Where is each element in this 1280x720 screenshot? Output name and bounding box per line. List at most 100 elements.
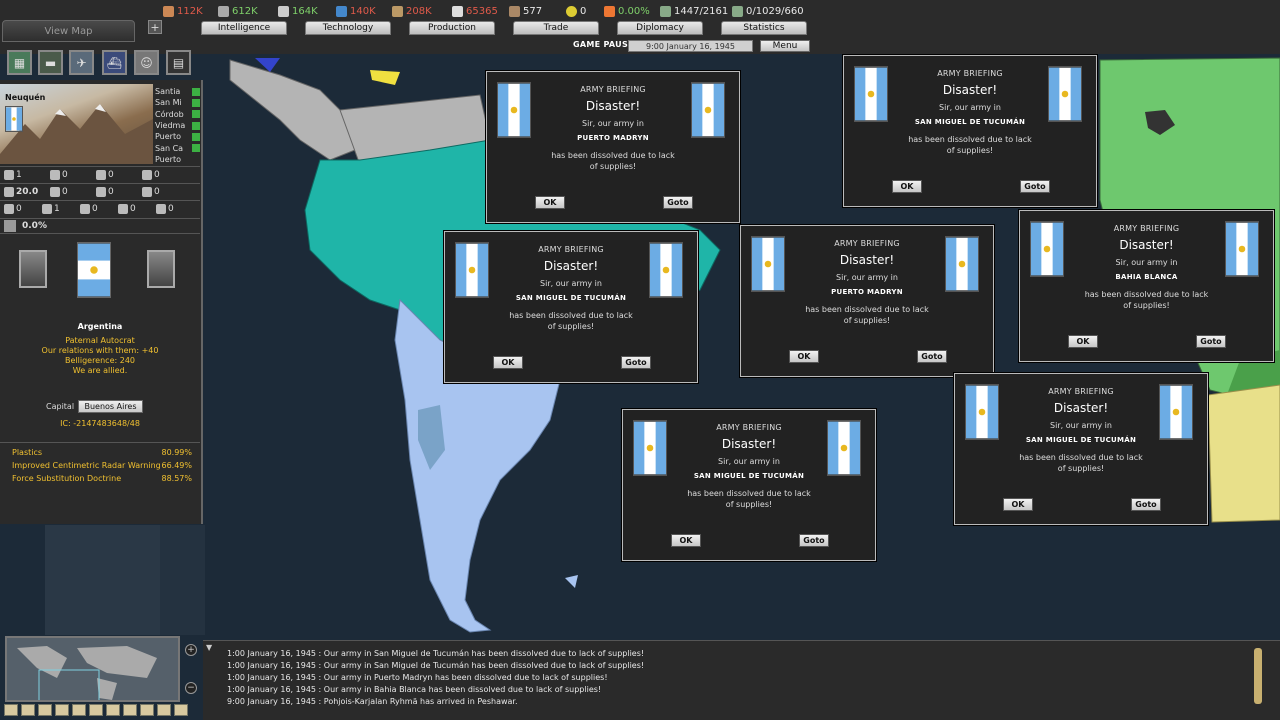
airbase-icon <box>96 169 106 180</box>
goto-button[interactable]: Goto <box>1020 180 1050 193</box>
goto-button[interactable]: Goto <box>917 350 947 363</box>
tech-progress-row[interactable]: Plastics 80.99% <box>12 448 192 457</box>
dialog-header: ARMY BRIEFING <box>538 245 604 254</box>
divider <box>0 442 200 443</box>
capital-button[interactable]: Buenos Aires <box>78 400 143 413</box>
leader-mapmode-icon[interactable]: ☺ <box>134 50 159 75</box>
log-entry[interactable]: 1:00 January 16, 1945 : Our army in San … <box>227 649 644 658</box>
ledger-mapmode-icon[interactable]: ▤ <box>166 50 191 75</box>
city-item[interactable]: Puerto <box>155 131 203 142</box>
dialog-text: has been dissolved due to lack of supplie… <box>687 489 811 509</box>
bottom-toolbar <box>4 704 188 716</box>
game-date: 9:00 January 16, 1945 <box>628 40 753 52</box>
zoom-out-icon[interactable]: − <box>185 682 197 694</box>
toolbar-icon[interactable] <box>157 704 171 716</box>
rare-materials-icon <box>278 5 289 17</box>
ok-button[interactable]: OK <box>1003 498 1033 511</box>
dialog-header: ARMY BRIEFING <box>580 85 646 94</box>
log-entry[interactable]: 9:00 January 16, 1945 : Pohjois-Karjalan… <box>227 697 518 706</box>
tab-technology[interactable]: Technology <box>305 21 391 35</box>
head-of-state-portrait[interactable] <box>19 250 47 288</box>
ok-button[interactable]: OK <box>789 350 819 363</box>
stat-naval-base: 0 <box>50 186 96 197</box>
army-briefing-dialog: ARMY BRIEFING Disaster! Sir, our army in… <box>1018 209 1275 363</box>
ok-button[interactable]: OK <box>493 356 523 369</box>
city-item[interactable]: San Mi <box>155 97 203 108</box>
supplies-icon <box>392 5 403 17</box>
stat-aa: 0 <box>142 169 188 180</box>
ok-button[interactable]: OK <box>535 196 565 209</box>
minimap[interactable] <box>5 636 180 702</box>
city-status-icon <box>192 132 200 141</box>
province-flag-icon <box>5 106 23 132</box>
toolbar-icon[interactable] <box>72 704 86 716</box>
toolbar-icon[interactable] <box>55 704 69 716</box>
flag-toolbar-icon[interactable] <box>21 704 35 716</box>
add-icon[interactable]: + <box>148 20 162 34</box>
supplies-small-icon <box>156 203 166 214</box>
city-item[interactable]: Santia <box>155 86 203 97</box>
toolbar-icon[interactable] <box>106 704 120 716</box>
chevron-down-icon[interactable]: ▼ <box>206 643 212 652</box>
ok-button[interactable]: OK <box>1068 335 1098 348</box>
resource-dissent: 0.00% <box>604 4 650 18</box>
city-item[interactable]: Córdob <box>155 109 203 120</box>
dialog-text: has been dissolved due to lack of supplie… <box>1084 290 1209 310</box>
dialog-text: has been dissolved due to lack of supplie… <box>908 135 1032 155</box>
dialog-place: SAN MIGUEL DE TUCUMÁN <box>914 118 1026 126</box>
goto-button[interactable]: Goto <box>621 356 651 369</box>
ok-button[interactable]: OK <box>892 180 922 193</box>
country-government: Paternal Autocrat <box>65 336 135 345</box>
stat-energy: 0 <box>4 203 42 214</box>
tab-diplomacy[interactable]: Diplomacy <box>617 21 703 35</box>
log-entry[interactable]: 1:00 January 16, 1945 : Our army in Puer… <box>227 673 608 682</box>
resource-energy: 112K <box>163 4 203 18</box>
tab-trade[interactable]: Trade <box>513 21 599 35</box>
toolbar-icon[interactable] <box>123 704 137 716</box>
army-briefing-dialog: ARMY BRIEFING Disaster! Sir, our army in… <box>739 224 995 378</box>
log-entry[interactable]: 1:00 January 16, 1945 : Our army in Bahi… <box>227 685 601 694</box>
goto-button[interactable]: Goto <box>1131 498 1161 511</box>
stat-supplies: 0 <box>156 203 194 214</box>
tank-mapmode-icon[interactable]: ▬ <box>38 50 63 75</box>
yellow-nation-territory[interactable] <box>1207 384 1280 523</box>
log-scrollbar[interactable] <box>1254 648 1262 704</box>
toolbar-icon[interactable] <box>140 704 154 716</box>
infrastructure-icon <box>50 169 60 180</box>
goto-button[interactable]: Goto <box>799 534 829 547</box>
goto-button[interactable]: Goto <box>663 196 693 209</box>
air-mapmode-icon[interactable]: ✈ <box>69 50 94 75</box>
tab-intelligence[interactable]: Intelligence <box>201 21 287 35</box>
tech-progress-row[interactable]: Improved Centimetric Radar Warning 66.49% <box>12 461 192 470</box>
ok-button[interactable]: OK <box>671 534 701 547</box>
energy-icon <box>163 5 174 17</box>
toolbar-icon[interactable] <box>174 704 188 716</box>
dialog-place: SAN MIGUEL DE TUCUMÁN <box>515 294 627 302</box>
dialog-header: ARMY BRIEFING <box>834 239 900 248</box>
rare-small-icon <box>118 203 128 214</box>
country-relations: Our relations with them: +40 <box>41 346 159 355</box>
money-icon <box>452 5 463 17</box>
log-entry[interactable]: 1:00 January 16, 1945 : Our army in San … <box>227 661 644 670</box>
dialog-title: Disaster! <box>543 259 599 273</box>
tab-production[interactable]: Production <box>409 21 495 35</box>
terrain-mapmode-icon[interactable]: ▦ <box>7 50 32 75</box>
goto-button[interactable]: Goto <box>1196 335 1226 348</box>
toolbar-icon[interactable] <box>38 704 52 716</box>
tab-view-map[interactable]: View Map <box>2 20 135 42</box>
toolbar-icon[interactable] <box>4 704 18 716</box>
menu-button[interactable]: Menu <box>760 40 810 52</box>
naval-mapmode-icon[interactable]: ⛴ <box>102 50 127 75</box>
city-item[interactable]: Viedma <box>155 120 203 131</box>
stat-radar: 0 <box>96 186 142 197</box>
metal-icon <box>218 5 229 17</box>
city-item[interactable]: San Ca <box>155 142 203 153</box>
country-alliance: We are allied. <box>72 366 128 375</box>
toolbar-icon[interactable] <box>89 704 103 716</box>
dialog-text: Sir, our army in <box>1050 421 1112 430</box>
zoom-in-icon[interactable]: + <box>185 644 197 656</box>
head-of-government-portrait[interactable] <box>147 250 175 288</box>
tab-statistics[interactable]: Statistics <box>721 21 807 35</box>
city-item[interactable]: Puerto <box>155 154 203 165</box>
tech-progress-row[interactable]: Force Substitution Doctrine 88.57% <box>12 474 192 483</box>
